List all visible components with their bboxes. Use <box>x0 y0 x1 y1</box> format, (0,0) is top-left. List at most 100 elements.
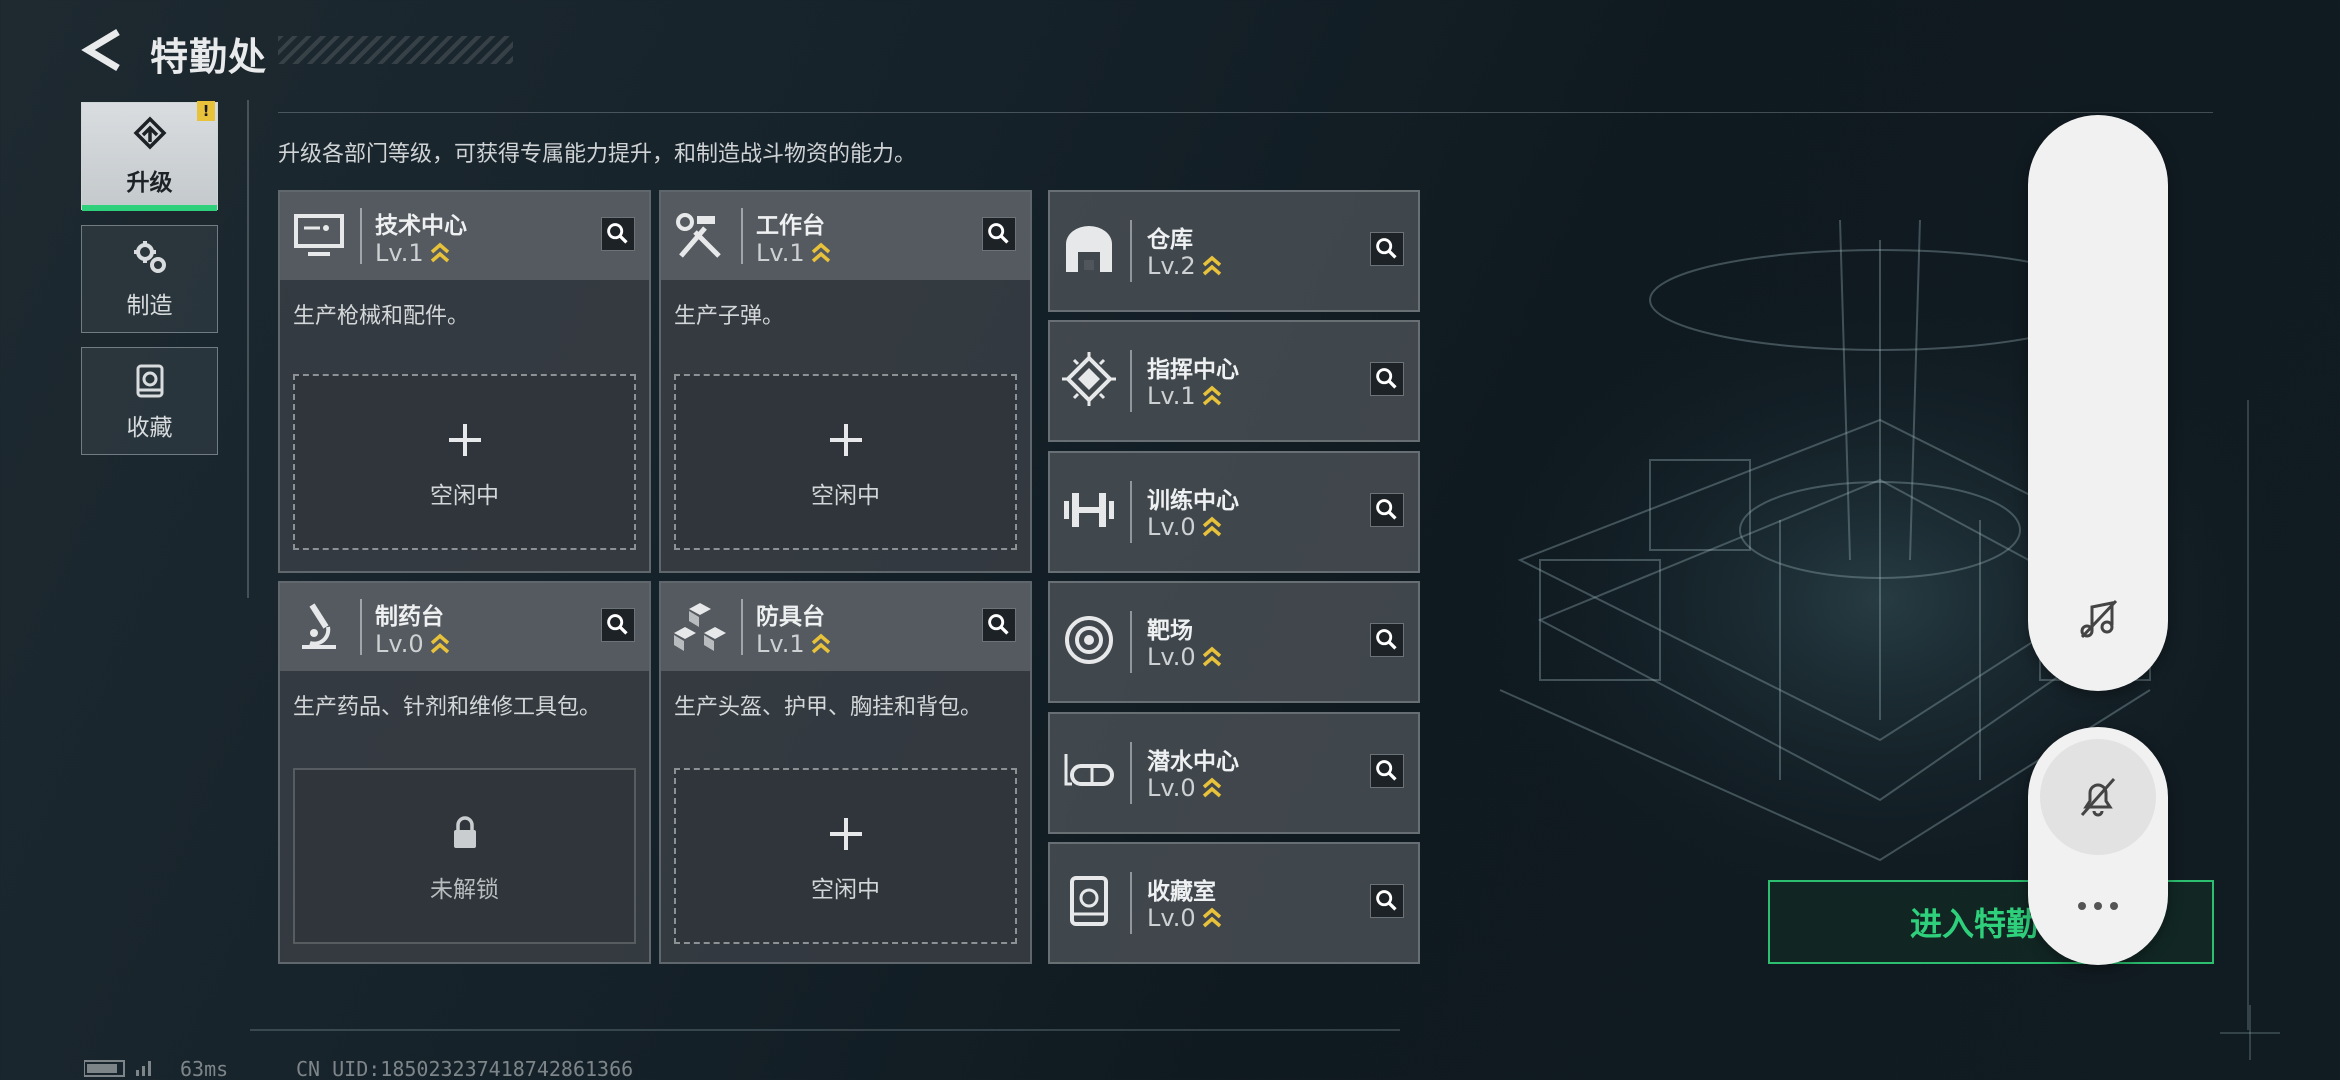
level-text: Lv.1 <box>375 239 424 267</box>
facility-diving-center[interactable]: 潜水中心 Lv.0 <box>1048 712 1420 834</box>
locked-slot: 未解锁 <box>293 768 636 944</box>
search-icon[interactable] <box>1370 493 1404 527</box>
armor-cubes-icon <box>674 603 726 651</box>
facility-training-center[interactable]: 训练中心 Lv.0 <box>1048 451 1420 573</box>
music-off-icon[interactable] <box>2076 597 2120 641</box>
divider <box>1130 611 1132 673</box>
search-icon[interactable] <box>601 217 635 251</box>
upgrade-chevron-icon <box>1202 385 1221 406</box>
back-arrow-icon[interactable] <box>80 26 128 74</box>
warehouse-icon <box>1066 226 1112 272</box>
microscope-icon <box>302 603 336 649</box>
upgrade-chevron-icon <box>430 633 449 654</box>
workstation-description: 生产药品、针剂和维修工具包。 <box>293 695 602 720</box>
workstation-card-workbench[interactable]: 工作台 Lv.1 生产子弹。 空闲中 <box>659 190 1032 573</box>
upgrade-chevron-icon <box>1202 777 1221 798</box>
slot-status: 空闲中 <box>811 483 880 509</box>
production-slot[interactable]: 空闲中 <box>674 374 1017 550</box>
alert-badge: ! <box>197 101 215 121</box>
workstation-card-pharmacy[interactable]: 制药台 Lv.0 生产药品、针剂和维修工具包。 未解锁 <box>278 581 651 964</box>
tab-upgrade[interactable]: ! 升级 <box>81 101 218 211</box>
slot-status: 未解锁 <box>430 877 499 903</box>
upgrade-chevron-icon <box>1202 255 1221 276</box>
more-icon[interactable] <box>2074 899 2122 913</box>
workstation-name: 工作台 <box>756 213 825 239</box>
tab-collection[interactable]: 收藏 <box>81 347 218 455</box>
level-text: Lv.2 <box>1147 252 1196 280</box>
facility-command-center[interactable]: 指挥中心 Lv.1 <box>1048 320 1420 442</box>
divider <box>247 100 249 598</box>
tools-icon <box>676 213 721 258</box>
bell-button[interactable] <box>2040 739 2156 855</box>
facility-name: 潜水中心 <box>1147 749 1239 775</box>
gears-icon <box>133 241 166 273</box>
production-slot[interactable]: 空闲中 <box>293 374 636 550</box>
production-slot[interactable]: 空闲中 <box>674 768 1017 944</box>
workstation-name: 防具台 <box>756 604 825 630</box>
level-text: Lv.0 <box>1147 513 1196 541</box>
facility-name: 仓库 <box>1147 227 1193 253</box>
target-icon <box>1065 616 1113 664</box>
level-text: Lv.0 <box>1147 904 1196 932</box>
level-text: Lv.1 <box>1147 382 1196 410</box>
search-icon[interactable] <box>1370 232 1404 266</box>
search-icon[interactable] <box>1370 362 1404 396</box>
workstation-description: 生产头盔、护甲、胸挂和背包。 <box>674 695 983 720</box>
dumbbell-icon <box>1064 493 1114 527</box>
facility-shooting-range[interactable]: 靶场 Lv.0 <box>1048 581 1420 703</box>
tab-craft-label: 制造 <box>126 293 173 319</box>
floating-toolbar <box>2028 115 2168 691</box>
battery-signal-icon <box>84 1060 151 1077</box>
tab-upgrade-label: 升级 <box>126 170 173 196</box>
workstation-level: Lv.1 <box>756 630 831 658</box>
title-decoration <box>278 36 513 64</box>
collection-icon <box>1070 876 1108 926</box>
workstation-level: Lv.1 <box>375 239 450 267</box>
upgrade-chevron-icon <box>811 633 830 654</box>
workstation-level: Lv.0 <box>375 630 450 658</box>
collection-icon <box>136 364 163 398</box>
floating-toolbar <box>2028 727 2168 965</box>
level-text: Lv.0 <box>375 630 424 658</box>
tab-craft[interactable]: 制造 <box>81 225 218 333</box>
page-title: 特勤处 <box>150 35 268 79</box>
search-icon[interactable] <box>1370 754 1404 788</box>
section-description: 升级各部门等级，可获得专属能力提升，和制造战斗物资的能力。 <box>278 142 917 167</box>
search-icon[interactable] <box>601 608 635 642</box>
tab-collection-label: 收藏 <box>126 415 173 441</box>
workstation-card-armor[interactable]: 防具台 Lv.1 生产头盔、护甲、胸挂和背包。 空闲中 <box>659 581 1032 964</box>
ping-readout: 63ms <box>180 1057 229 1080</box>
facility-level: Lv.1 <box>1147 382 1222 410</box>
upgrade-chevron-icon <box>811 242 830 263</box>
facility-warehouse[interactable]: 仓库 Lv.2 <box>1048 190 1420 312</box>
search-icon[interactable] <box>1370 623 1404 657</box>
upgrade-chevron-icon <box>1202 516 1221 537</box>
search-icon[interactable] <box>982 217 1016 251</box>
level-text: Lv.1 <box>756 239 805 267</box>
slot-status: 空闲中 <box>811 877 880 903</box>
divider <box>360 208 362 264</box>
search-icon[interactable] <box>1370 884 1404 918</box>
facility-name: 训练中心 <box>1147 488 1239 514</box>
workstation-name: 技术中心 <box>375 213 467 239</box>
facility-name: 指挥中心 <box>1147 357 1239 383</box>
diving-mask-icon <box>1064 754 1114 786</box>
facility-level: Lv.0 <box>1147 643 1222 671</box>
user-uid: CN UID:1850232374187428613​66 <box>296 1057 634 1080</box>
plus-icon <box>829 818 862 850</box>
workstation-description: 生产枪械和配件。 <box>293 304 470 329</box>
facility-level: Lv.0 <box>1147 904 1222 932</box>
facility-collection-room[interactable]: 收藏室 Lv.0 <box>1048 842 1420 964</box>
slot-status: 空闲中 <box>430 483 499 509</box>
workstation-card-tech[interactable]: 技术中心 Lv.1 生产枪械和配件。 空闲中 <box>278 190 651 573</box>
bell-off-icon <box>2080 778 2116 817</box>
upgrade-icon <box>133 116 166 150</box>
divider <box>1130 872 1132 934</box>
search-icon[interactable] <box>982 608 1016 642</box>
active-tab-indicator <box>82 205 217 211</box>
facility-name: 靶场 <box>1147 618 1193 644</box>
chip-icon <box>1062 352 1116 406</box>
facility-name: 收藏室 <box>1147 879 1216 905</box>
facility-level: Lv.2 <box>1147 252 1222 280</box>
upgrade-chevron-icon <box>430 242 449 263</box>
